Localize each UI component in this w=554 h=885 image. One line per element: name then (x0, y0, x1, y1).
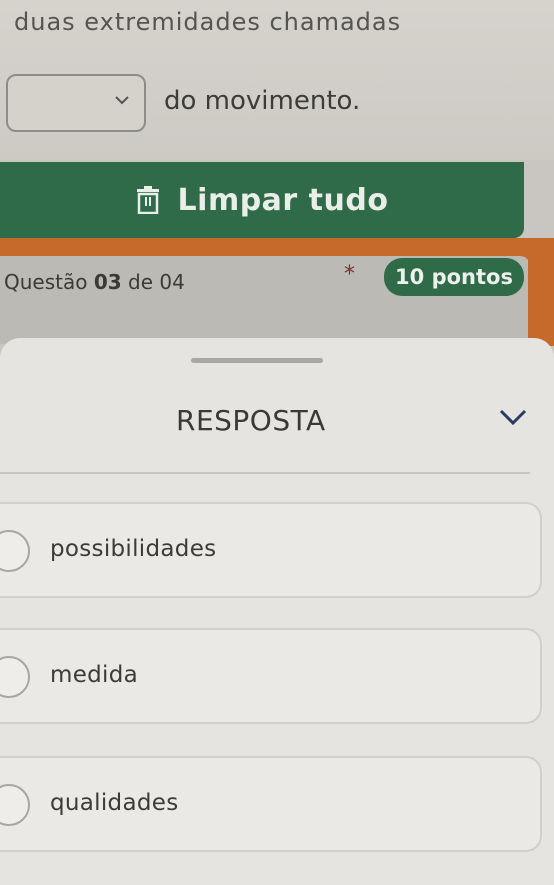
clear-all-label: Limpar tudo (177, 182, 389, 218)
option-possibilidades[interactable]: possibilidades (0, 502, 542, 598)
question-prefix: Questão (4, 270, 88, 294)
radio-button[interactable] (0, 530, 30, 572)
chevron-down-icon (115, 96, 129, 105)
prompt-text-line: duas extremidades chamadas (14, 8, 402, 36)
chevron-down-icon[interactable] (498, 406, 528, 428)
radio-button[interactable] (0, 784, 30, 826)
required-marker: * (344, 262, 355, 287)
answer-sheet-title: RESPOSTA (176, 404, 326, 437)
option-qualidades[interactable]: qualidades (0, 756, 542, 852)
option-medida[interactable]: medida (0, 628, 542, 724)
points-badge: 10 pontos (384, 258, 524, 296)
prompt-text-end: do movimento. (164, 86, 361, 116)
option-label: possibilidades (50, 536, 217, 562)
accent-band-side (528, 256, 554, 346)
option-label: qualidades (50, 790, 179, 816)
clear-all-button[interactable]: Limpar tudo (0, 162, 524, 238)
question-counter: Questão 03 de 04 (4, 270, 185, 294)
question-total: 04 (159, 270, 185, 294)
option-label: medida (50, 662, 139, 688)
question-of: de (128, 270, 154, 294)
sheet-drag-handle[interactable] (191, 358, 323, 363)
question-number: 03 (93, 270, 122, 294)
sheet-divider (0, 472, 530, 474)
answer-dropdown[interactable] (6, 74, 146, 132)
trash-icon (136, 186, 159, 214)
radio-button[interactable] (0, 656, 30, 698)
